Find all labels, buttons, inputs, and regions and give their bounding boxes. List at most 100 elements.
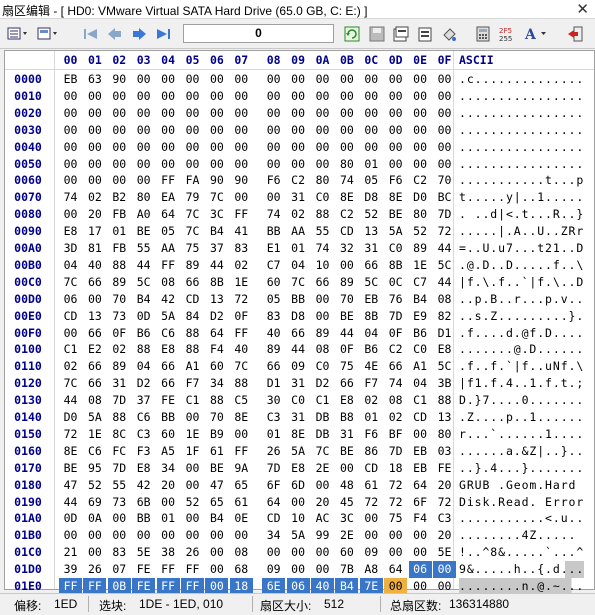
hex-byte[interactable]: 52	[181, 494, 204, 511]
hex-byte[interactable]: 00	[83, 139, 106, 156]
hex-byte[interactable]: C2	[287, 172, 310, 189]
ascii-row[interactable]: .@.D..D.....f..\	[459, 257, 584, 274]
hex-byte[interactable]: 00	[83, 172, 106, 189]
hex-byte[interactable]: 00	[230, 139, 253, 156]
hex-byte[interactable]: F3	[132, 443, 155, 460]
hex-byte[interactable]: B6	[132, 325, 155, 342]
hex-byte[interactable]: 32	[335, 240, 358, 257]
hex-byte[interactable]: 00	[311, 156, 334, 173]
hex-byte[interactable]: 04	[287, 257, 310, 274]
hex-byte[interactable]: 45	[335, 494, 358, 511]
hex-byte[interactable]: 00	[132, 105, 155, 122]
hex-byte[interactable]: C5	[230, 392, 253, 409]
hex-byte[interactable]: 73	[108, 308, 131, 325]
hex-byte[interactable]: 3C	[335, 510, 358, 527]
hex-byte[interactable]: 00	[433, 88, 456, 105]
hex-byte[interactable]: B4	[205, 223, 228, 240]
hex-byte[interactable]: 00	[360, 139, 383, 156]
hex-byte[interactable]: 00	[59, 156, 82, 173]
hex-byte[interactable]: 00	[384, 527, 407, 544]
hex-byte[interactable]: 9A	[230, 460, 253, 477]
hex-byte[interactable]: 66	[181, 274, 204, 291]
hex-byte[interactable]: 0E	[230, 510, 253, 527]
refresh-icon[interactable]	[343, 25, 361, 43]
hex-byte[interactable]: 86	[360, 443, 383, 460]
hex-byte[interactable]: 7C	[59, 274, 82, 291]
hex-byte[interactable]: 00	[409, 105, 432, 122]
hex-byte[interactable]: 00	[287, 71, 310, 88]
hex-byte[interactable]: 00	[108, 105, 131, 122]
hex-byte[interactable]: C2	[409, 172, 432, 189]
hex-byte[interactable]: 95	[83, 460, 106, 477]
hex-byte[interactable]: 44	[287, 341, 310, 358]
hex-byte[interactable]: 44	[59, 494, 82, 511]
hex-byte[interactable]: 00	[83, 156, 106, 173]
hex-byte[interactable]: 00	[157, 494, 180, 511]
hex-byte[interactable]: B9	[205, 426, 228, 443]
hex-byte[interactable]: 8E	[335, 189, 358, 206]
hex-byte[interactable]: 7C	[311, 443, 334, 460]
hex-byte[interactable]: 02	[360, 392, 383, 409]
hex-byte[interactable]: 5C	[433, 257, 456, 274]
hex-byte[interactable]: C6	[83, 443, 106, 460]
ascii-row[interactable]: .c..............	[459, 71, 584, 88]
hex-byte[interactable]: 00	[181, 510, 204, 527]
ascii-row[interactable]: .......@.D......	[459, 341, 584, 358]
hex-byte[interactable]: FF	[230, 325, 253, 342]
ascii-row[interactable]: GRUB .Geom.Hard	[459, 477, 584, 494]
hex-byte[interactable]: 00	[157, 122, 180, 139]
hex-byte[interactable]: 88	[230, 375, 253, 392]
hex-byte[interactable]: 7D	[108, 460, 131, 477]
hex-byte[interactable]: 00	[384, 544, 407, 561]
hex-byte[interactable]: FB	[108, 240, 131, 257]
hex-byte[interactable]: 00	[311, 139, 334, 156]
hex-byte[interactable]: 13	[83, 308, 106, 325]
hex-byte[interactable]: E2	[83, 341, 106, 358]
ascii-row[interactable]: !..^8&.....`...^	[459, 544, 584, 561]
ascii-row[interactable]: .f....d.@f.D....	[459, 325, 584, 342]
hex-byte[interactable]: 44	[335, 325, 358, 342]
hex-byte[interactable]: 83	[230, 240, 253, 257]
hex-byte[interactable]: BB	[157, 409, 180, 426]
hex-byte[interactable]: 88	[132, 341, 155, 358]
hex-byte[interactable]: 80	[311, 172, 334, 189]
hex-byte[interactable]: 00	[205, 122, 228, 139]
hex-byte[interactable]: 04	[132, 358, 155, 375]
hex-byte[interactable]: 00	[230, 71, 253, 88]
hex-byte[interactable]: 31	[108, 375, 131, 392]
hex-byte[interactable]: C1	[59, 341, 82, 358]
hex-byte[interactable]: 66	[157, 358, 180, 375]
hex-byte[interactable]: 61	[230, 494, 253, 511]
hex-byte[interactable]: 52	[409, 223, 432, 240]
close-icon[interactable]: ✕	[576, 0, 589, 18]
hex-byte[interactable]: C1	[409, 392, 432, 409]
hex-byte[interactable]: 7B	[335, 561, 358, 578]
hex-byte[interactable]: 66	[83, 325, 106, 342]
hex-byte[interactable]: 00	[83, 122, 106, 139]
hex-byte[interactable]: 72	[59, 426, 82, 443]
first-sector-icon[interactable]	[82, 25, 100, 43]
hex-byte[interactable]: 70	[205, 409, 228, 426]
hex-byte[interactable]: 5A	[384, 223, 407, 240]
hex-byte[interactable]: FF	[157, 172, 180, 189]
hex-byte[interactable]: 00	[409, 139, 432, 156]
hex-byte[interactable]: FE	[132, 561, 155, 578]
hex-byte[interactable]: C7	[409, 274, 432, 291]
hex-byte[interactable]: 82	[433, 308, 456, 325]
hex-byte[interactable]: 02	[287, 206, 310, 223]
hex-byte[interactable]: 00	[433, 122, 456, 139]
ascii-row[interactable]: ................	[459, 105, 584, 122]
hex-byte[interactable]: 00	[335, 139, 358, 156]
hex-byte[interactable]: 00	[108, 156, 131, 173]
hex-byte[interactable]: 00	[384, 156, 407, 173]
ascii-row[interactable]: ................	[459, 139, 584, 156]
hex-byte[interactable]: 5E	[132, 544, 155, 561]
hex-byte[interactable]: 00	[335, 105, 358, 122]
hex-byte[interactable]: 40	[83, 257, 106, 274]
hex-byte[interactable]: 00	[108, 527, 131, 544]
hex-byte[interactable]: 00	[262, 189, 285, 206]
hex-byte[interactable]: 47	[59, 477, 82, 494]
hex-byte[interactable]: 00	[205, 156, 228, 173]
hex-byte[interactable]: 00	[335, 88, 358, 105]
ascii-row[interactable]: ........4Z.....	[459, 527, 584, 544]
